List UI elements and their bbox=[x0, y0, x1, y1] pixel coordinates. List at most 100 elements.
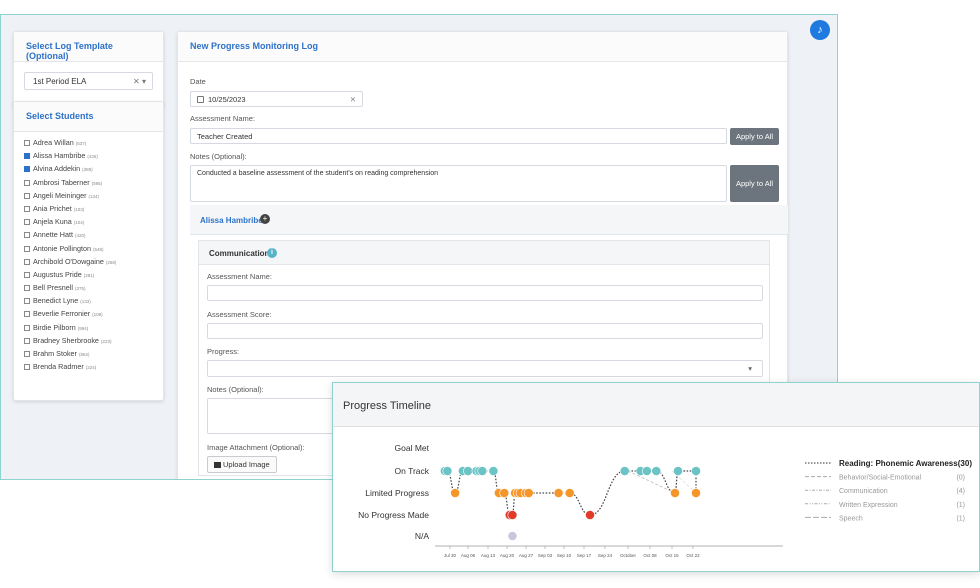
student-checkbox[interactable] bbox=[24, 311, 30, 318]
student-name: Bell Presnell bbox=[33, 283, 73, 293]
student-section-header[interactable]: Alissa Hambribe + bbox=[190, 205, 788, 235]
student-list-item[interactable]: Alissa Hambribe (426) bbox=[24, 149, 153, 162]
student-list-item[interactable]: Ania Prichet (103) bbox=[24, 202, 153, 215]
progress-select[interactable]: ▾ bbox=[207, 360, 763, 377]
student-checkbox[interactable] bbox=[24, 245, 30, 252]
student-name: Alvina Addekin bbox=[33, 164, 81, 174]
bell-icon[interactable]: ♪ bbox=[810, 20, 830, 40]
student-list-item[interactable]: Angeli Meininger (134) bbox=[24, 189, 153, 202]
student-checkbox[interactable] bbox=[24, 285, 30, 292]
student-list-item[interactable]: Annette Hatt (420) bbox=[24, 228, 153, 241]
info-icon[interactable]: i bbox=[267, 248, 277, 258]
data-point bbox=[507, 510, 518, 520]
student-checkbox[interactable] bbox=[24, 337, 30, 344]
student-list-item[interactable]: Alvina Addekin (388) bbox=[24, 162, 153, 175]
assessment-score-label: Assessment Score: bbox=[207, 310, 272, 319]
student-name: Anjela Kuna bbox=[33, 217, 72, 227]
students-panel: Select Students Adrea Willan (537) Alissa … bbox=[13, 101, 164, 401]
student-list-item[interactable]: Benedict Lyne (133) bbox=[24, 294, 153, 307]
x-tick-label: Aug 06 bbox=[461, 553, 476, 558]
student-checkbox[interactable] bbox=[24, 364, 30, 371]
legend-count: (4) bbox=[956, 488, 965, 495]
notes-label: Notes (Optional): bbox=[190, 152, 247, 161]
legend-label: Reading: Phonemic Awareness bbox=[839, 459, 958, 468]
student-list-item[interactable]: Adrea Willan (537) bbox=[24, 136, 153, 149]
x-tick-label: Aug 13 bbox=[481, 553, 496, 558]
student-name[interactable]: Alissa Hambribe bbox=[200, 216, 263, 225]
plus-circle-icon[interactable]: + bbox=[260, 214, 270, 224]
student-list-item[interactable]: Bell Presnell (375) bbox=[24, 281, 153, 294]
data-point bbox=[641, 466, 652, 476]
student-list-item[interactable]: Beverlie Ferronier (108) bbox=[24, 307, 153, 320]
student-checkbox[interactable] bbox=[24, 271, 30, 278]
student-checkbox[interactable] bbox=[24, 258, 30, 265]
student-checkbox[interactable] bbox=[24, 153, 30, 160]
data-point bbox=[488, 466, 499, 476]
student-name: Brenda Radmer bbox=[33, 362, 84, 372]
data-point bbox=[670, 488, 680, 498]
template-select[interactable]: 1st Period ELA ✕ ▾ bbox=[24, 72, 153, 90]
goal-header: Communication i bbox=[199, 241, 769, 265]
student-list-item[interactable]: Anjela Kuna (104) bbox=[24, 215, 153, 228]
assessment-name-input[interactable]: Teacher Created bbox=[190, 128, 727, 144]
student-name: Archibold O'Dowgaine bbox=[33, 256, 104, 266]
apply-all-notes-button[interactable]: Apply to All bbox=[730, 165, 779, 202]
notes-textarea[interactable]: Conducted a baseline assessment of the s… bbox=[190, 165, 727, 202]
student-name: Birdie Pilborn bbox=[33, 322, 76, 332]
student-list-item[interactable]: Brenda Radmer (224) bbox=[24, 360, 153, 373]
student-list-item[interactable]: Brahm Stoker (862) bbox=[24, 347, 153, 360]
student-checkbox[interactable] bbox=[24, 205, 30, 212]
close-icon[interactable]: ✕ bbox=[133, 77, 140, 86]
assessment-score-input[interactable] bbox=[207, 323, 763, 339]
student-name: Ambrosi Taberner bbox=[33, 177, 90, 187]
apply-all-assessment-button[interactable]: Apply to All bbox=[730, 128, 779, 145]
student-checkbox[interactable] bbox=[24, 140, 30, 146]
calendar-icon bbox=[197, 96, 204, 103]
student-checkbox[interactable] bbox=[24, 232, 30, 239]
student-name: Alissa Hambribe bbox=[33, 151, 86, 161]
student-list-item[interactable]: Ambrosi Taberner (595) bbox=[24, 176, 153, 189]
goal-assessment-name-label: Assessment Name: bbox=[207, 272, 273, 281]
upload-image-button[interactable]: Upload Image bbox=[207, 456, 277, 473]
data-point bbox=[477, 466, 488, 476]
student-checkbox[interactable] bbox=[24, 166, 30, 173]
date-input[interactable]: 10/25/2023 ✕ bbox=[190, 91, 363, 107]
x-tick-label: Sep 24 bbox=[598, 553, 613, 558]
x-tick-label: Aug 20 bbox=[500, 553, 515, 558]
x-tick-label: Sep 03 bbox=[538, 553, 553, 558]
log-form-title: New Progress Monitoring Log bbox=[178, 32, 787, 62]
data-point bbox=[499, 488, 510, 498]
student-checkbox[interactable] bbox=[24, 298, 30, 305]
student-checkbox[interactable] bbox=[24, 192, 30, 199]
student-list-item[interactable]: Antonie Pollington (548) bbox=[24, 242, 153, 255]
student-list-item[interactable]: Bradney Sherbrooke (223) bbox=[24, 334, 153, 347]
clear-date-icon[interactable]: ✕ bbox=[350, 95, 356, 104]
x-tick-label: Sep 10 bbox=[557, 553, 572, 558]
student-list: Adrea Willan (537) Alissa Hambribe (426) Alv… bbox=[14, 132, 163, 377]
student-checkbox[interactable] bbox=[24, 324, 30, 331]
students-panel-title: Select Students bbox=[14, 102, 163, 132]
data-point bbox=[691, 466, 701, 476]
legend-label: Behavior/Social-Emotional bbox=[839, 475, 922, 482]
student-list-item[interactable]: Birdie Pilborn (994) bbox=[24, 321, 153, 334]
data-point bbox=[691, 488, 701, 498]
data-point bbox=[673, 466, 683, 476]
chevron-down-icon[interactable]: ▾ bbox=[142, 77, 146, 86]
student-name: Benedict Lyne bbox=[33, 296, 79, 306]
goal-assessment-name-input[interactable] bbox=[207, 285, 763, 301]
student-number: (375) bbox=[74, 286, 86, 292]
student-checkbox[interactable] bbox=[24, 179, 30, 186]
student-name: Bradney Sherbrooke bbox=[33, 335, 99, 345]
student-number: (103) bbox=[73, 206, 85, 212]
y-axis-label: Goal Met bbox=[395, 443, 430, 453]
x-tick-label: October bbox=[620, 553, 637, 558]
student-checkbox[interactable] bbox=[24, 351, 30, 357]
student-checkbox[interactable] bbox=[24, 219, 30, 226]
y-axis-label: No Progress Made bbox=[358, 510, 429, 520]
student-list-item[interactable]: Archibold O'Dowgaine (258) bbox=[24, 255, 153, 268]
y-axis-label: N/A bbox=[415, 531, 430, 541]
student-number: (420) bbox=[74, 233, 86, 239]
student-name: Annette Hatt bbox=[33, 230, 73, 240]
upload-image-label: Upload Image bbox=[223, 460, 270, 469]
student-list-item[interactable]: Augustus Pride (281) bbox=[24, 268, 153, 281]
